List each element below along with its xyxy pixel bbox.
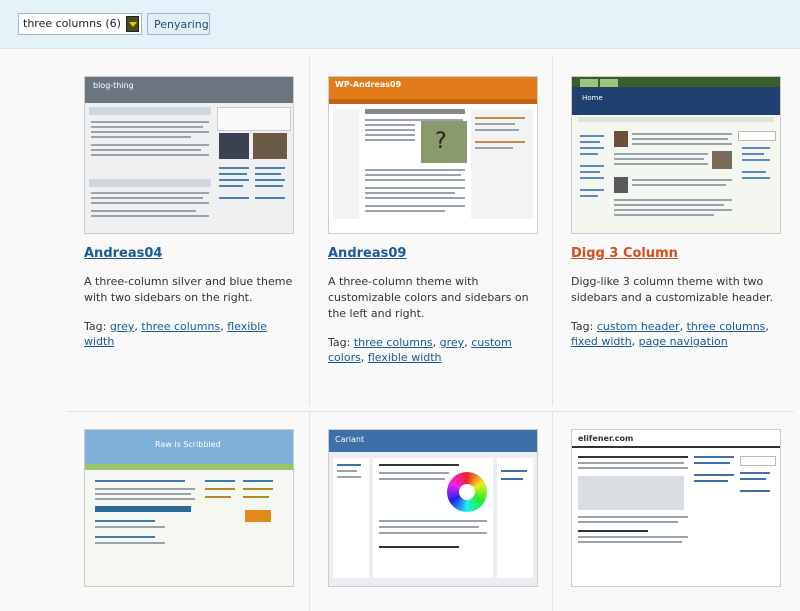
tag-link[interactable]: three columns: [141, 320, 220, 333]
filter-button[interactable]: Penyaring: [147, 13, 210, 35]
screenshot-logo: Raw is Scribbled: [155, 440, 221, 449]
theme-description: A three-column theme with customizable c…: [328, 275, 529, 320]
theme-title[interactable]: Andreas09: [328, 246, 406, 261]
theme-card: Cariant: [309, 411, 551, 611]
theme-screenshot[interactable]: Home: [571, 76, 781, 234]
tag-link[interactable]: fixed width: [571, 335, 632, 348]
theme-card: WP-Andreas09 ? Andreas09 A three-column …: [309, 56, 551, 406]
screenshot-logo: elifener.com: [578, 434, 634, 443]
theme-title[interactable]: Andreas04: [84, 246, 162, 261]
theme-card: Raw is Scribbled: [66, 411, 308, 611]
theme-screenshot[interactable]: WP-Andreas09 ?: [328, 76, 538, 234]
theme-card: elifener.com: [552, 411, 794, 611]
chevron-down-icon[interactable]: [126, 16, 139, 32]
tag-filter-select[interactable]: three columns (6): [18, 13, 142, 35]
theme-card: blog-thing Andreas04 A three-column silv…: [66, 56, 308, 406]
tag-link[interactable]: page navigation: [639, 335, 728, 348]
tag-filter-value: three columns (6): [23, 17, 121, 30]
theme-tags: Tag: three columns, grey, custom colors,…: [328, 336, 512, 364]
theme-description: Digg-like 3 column theme with two sideba…: [571, 275, 774, 304]
tag-link[interactable]: flexible width: [368, 351, 442, 364]
screenshot-logo: Cariant: [335, 435, 365, 444]
theme-title[interactable]: Digg 3 Column: [571, 246, 678, 261]
tag-link[interactable]: three columns: [354, 336, 433, 349]
theme-screenshot[interactable]: blog-thing: [84, 76, 294, 234]
theme-screenshot[interactable]: Raw is Scribbled: [84, 429, 294, 587]
screenshot-header: Home: [582, 94, 603, 102]
filter-bar: three columns (6) Penyaring: [0, 0, 800, 49]
screenshot-logo: blog-thing: [93, 81, 134, 90]
theme-screenshot[interactable]: elifener.com: [571, 429, 781, 587]
tag-link[interactable]: grey: [440, 336, 465, 349]
theme-tags: Tag: custom header, three columns, fixed…: [571, 320, 769, 348]
tag-link[interactable]: custom header: [597, 320, 680, 333]
theme-screenshot[interactable]: Cariant: [328, 429, 538, 587]
theme-tags: Tag: grey, three columns, flexible width: [84, 320, 268, 348]
theme-description: A three-column silver and blue theme wit…: [84, 275, 293, 304]
screenshot-logo: WP-Andreas09: [335, 80, 402, 89]
tag-link[interactable]: three columns: [687, 320, 766, 333]
tag-link[interactable]: grey: [110, 320, 135, 333]
theme-card: Home Digg 3 Column Digg-like 3 column th…: [552, 56, 794, 406]
theme-grid: blog-thing Andreas04 A three-column silv…: [66, 56, 800, 611]
